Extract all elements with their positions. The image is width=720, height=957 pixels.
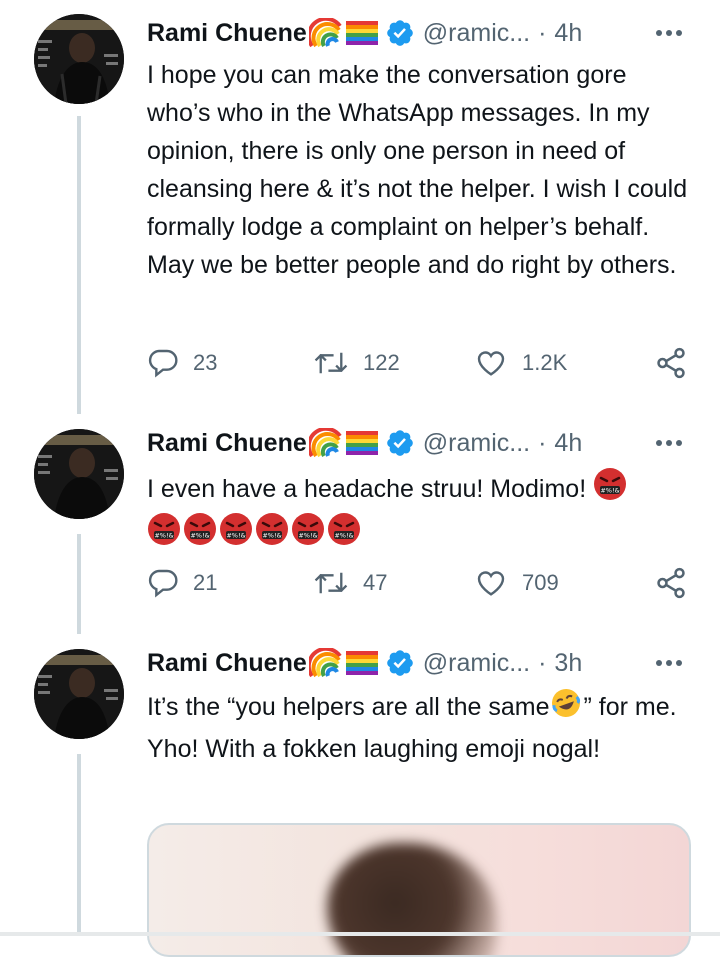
rainbow-flag-emoji (308, 428, 343, 458)
timestamp[interactable]: 4h (554, 19, 582, 48)
like-count: 709 (522, 570, 559, 595)
reply-icon (148, 569, 178, 598)
svg-text:#%!&: #%!& (226, 532, 245, 540)
more-icon[interactable] (652, 15, 686, 51)
reply-button[interactable]: 23 (147, 343, 217, 383)
tweet-header: Rami Chuene @ramic... · 4h (147, 425, 582, 461)
separator: · (538, 18, 547, 47)
angry-face-emoji: #%!& (593, 467, 627, 512)
rainbow-flag-icon (345, 20, 379, 46)
tweet-text-block: I even have a headache struu! Modimo! #%… (147, 467, 695, 557)
timestamp[interactable]: 4h (554, 429, 582, 458)
tweet-header: Rami Chuene @ramic... · 4h (147, 15, 582, 51)
svg-text:#%!&: #%!& (154, 532, 173, 540)
angry-face-emoji: #%!& (147, 512, 181, 557)
reply-icon (148, 349, 178, 378)
like-count: 1.2K (522, 350, 568, 375)
timestamp[interactable]: 3h (554, 649, 582, 678)
author-handle[interactable]: @ramic... (423, 19, 530, 48)
author-name[interactable]: Rami Chuene (147, 649, 307, 678)
share-button[interactable] (654, 343, 688, 383)
svg-text:#%!&: #%!& (298, 532, 317, 540)
rainbow-flag-icon (345, 430, 379, 456)
retweet-icon (314, 572, 348, 594)
retweet-icon (314, 352, 348, 374)
laughing-emoji (550, 687, 582, 730)
svg-text:#%!&: #%!& (600, 487, 619, 495)
like-button[interactable]: 1.2K (474, 343, 567, 383)
tweet-text-block: It’s the “you helpers are all the same” … (147, 687, 695, 768)
verified-icon (385, 428, 415, 458)
retweet-button[interactable]: 122 (313, 343, 400, 383)
like-icon (477, 351, 505, 376)
angry-face-emoji: #%!& (183, 512, 217, 557)
like-icon (477, 571, 505, 596)
svg-text:#%!&: #%!& (190, 532, 209, 540)
tweet-text: I hope you can make the conversation gor… (147, 61, 688, 279)
angry-face-emoji: #%!& (291, 512, 325, 557)
tweet-actions: 23 122 1.2K (147, 343, 692, 383)
blurred-photo-subject (327, 843, 497, 955)
reply-count: 23 (193, 350, 218, 375)
angry-face-emoji: #%!& (327, 512, 361, 557)
author-handle[interactable]: @ramic... (423, 649, 530, 678)
share-icon (657, 347, 685, 379)
divider (0, 932, 720, 936)
svg-text:#%!&: #%!& (262, 532, 281, 540)
author-name[interactable]: Rami Chuene (147, 429, 307, 458)
separator: · (538, 428, 547, 457)
author-handle[interactable]: @ramic... (423, 429, 530, 458)
avatar[interactable] (34, 14, 124, 104)
tweet[interactable]: Rami Chuene @ramic... · 4h I even have a… (0, 415, 720, 635)
more-icon[interactable] (652, 645, 686, 681)
retweet-button[interactable]: 47 (313, 563, 387, 603)
reply-count: 21 (193, 570, 218, 595)
svg-text:#%!&: #%!& (334, 532, 353, 540)
verified-icon (385, 18, 415, 48)
author-name[interactable]: Rami Chuene (147, 19, 307, 48)
separator: · (538, 648, 547, 677)
media-image[interactable] (147, 823, 691, 957)
tweet-text: I even have a headache struu! Modimo! (147, 475, 587, 503)
tweet-actions: 21 47 709 (147, 563, 692, 603)
tweet[interactable]: Rami Chuene @ramic... · 4h I hope you ca… (0, 0, 720, 415)
rainbow-flag-emoji (308, 18, 343, 48)
verified-icon (385, 648, 415, 678)
tweet-header: Rami Chuene @ramic... · 3h (147, 645, 582, 681)
retweet-count: 47 (363, 570, 388, 595)
like-button[interactable]: 709 (474, 563, 559, 603)
retweet-count: 122 (363, 350, 400, 375)
rainbow-flag-icon (345, 650, 379, 676)
tweet-text: It’s the “you helpers are all the same (147, 693, 550, 721)
avatar[interactable] (34, 429, 124, 519)
avatar[interactable] (34, 649, 124, 739)
share-icon (657, 567, 685, 599)
rainbow-flag-emoji (308, 648, 343, 678)
more-icon[interactable] (652, 425, 686, 461)
angry-face-emoji: #%!& (219, 512, 253, 557)
share-button[interactable] (654, 563, 688, 603)
reply-button[interactable]: 21 (147, 563, 217, 603)
angry-face-emoji: #%!& (255, 512, 289, 557)
